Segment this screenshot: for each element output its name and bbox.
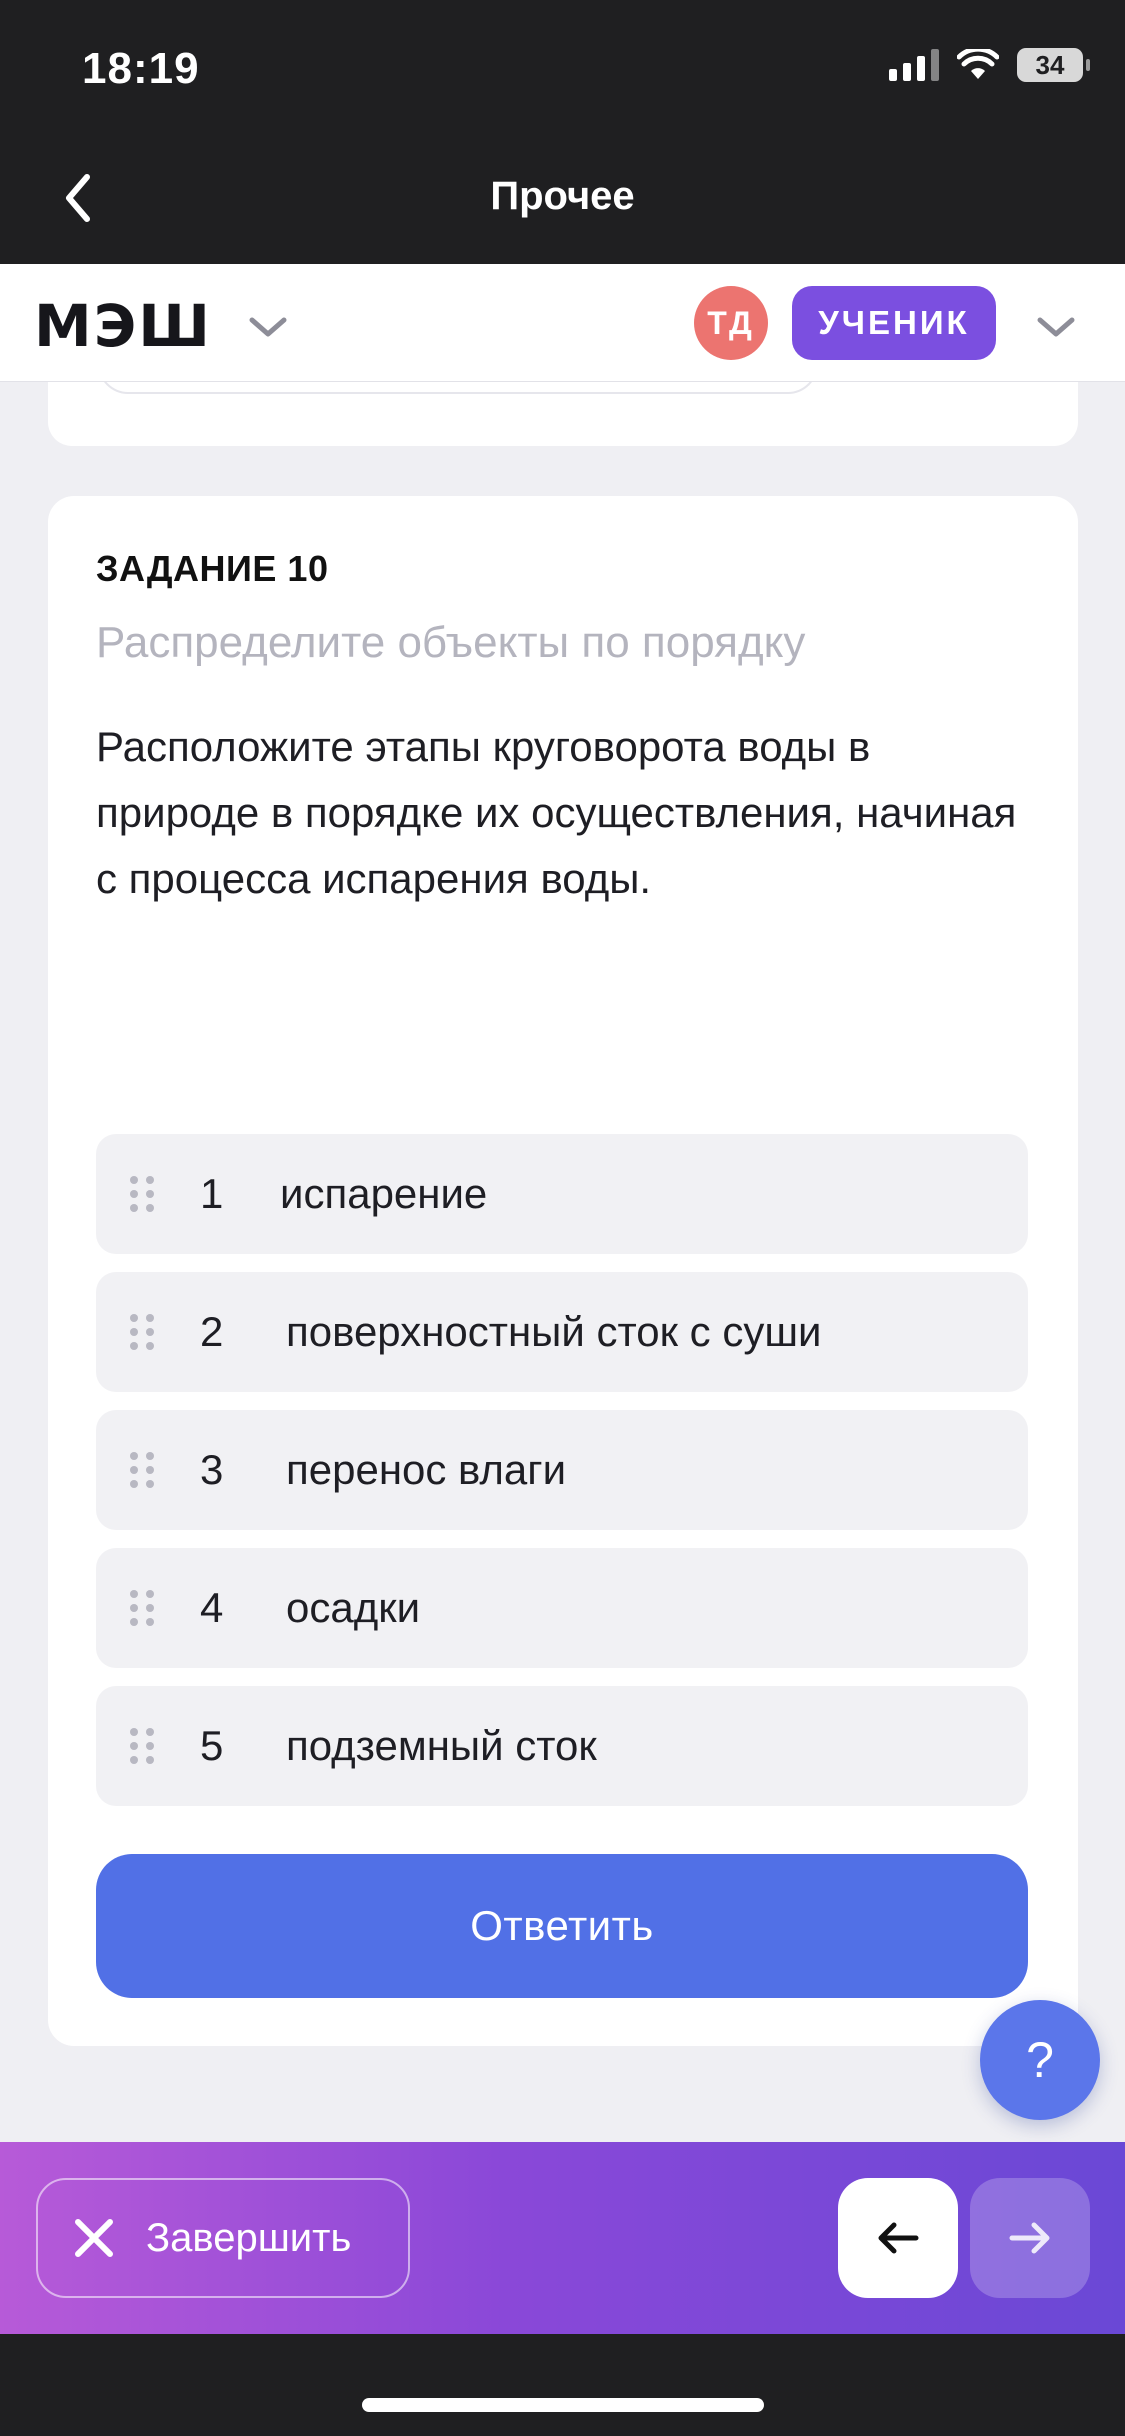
app-logo: МЭШ xyxy=(34,292,212,360)
drag-handle-icon[interactable] xyxy=(130,1728,154,1764)
task-type: Распределите объекты по порядку xyxy=(96,618,806,667)
item-label: перенос влаги xyxy=(286,1446,567,1493)
answer-button[interactable]: Ответить xyxy=(96,1854,1028,1998)
bottom-action-bar: Завершить xyxy=(0,2142,1125,2334)
status-time: 18:19 xyxy=(82,44,200,93)
finish-label: Завершить xyxy=(146,2215,352,2260)
chevron-down-icon[interactable] xyxy=(246,314,290,342)
task-text: Расположите этапы круговорота воды в при… xyxy=(96,723,1017,902)
arrow-right-icon xyxy=(1009,2222,1050,2254)
cellular-signal-icon xyxy=(889,49,939,81)
home-indicator-area xyxy=(0,2334,1125,2436)
item-label: осадки xyxy=(286,1584,421,1631)
drag-handle-icon[interactable] xyxy=(130,1176,154,1212)
avatar[interactable]: ТД xyxy=(694,286,768,360)
list-item[interactable]: 5 подземный сток xyxy=(96,1686,1028,1806)
list-item[interactable]: 3 перенос влаги xyxy=(96,1410,1028,1530)
previous-task-button[interactable] xyxy=(838,2178,958,2298)
item-number: 5 xyxy=(200,1722,224,1769)
wifi-icon xyxy=(957,49,999,79)
drag-handle-icon[interactable] xyxy=(130,1590,154,1626)
role-button[interactable]: УЧЕНИК xyxy=(792,286,996,360)
app-header: МЭШ ТД УЧЕНИК xyxy=(0,264,1125,382)
battery-icon: 34 xyxy=(1017,48,1090,82)
item-number: 4 xyxy=(200,1584,224,1631)
drag-handle-icon[interactable] xyxy=(130,1452,154,1488)
item-number: 2 xyxy=(200,1308,224,1355)
list-item[interactable]: 4 осадки xyxy=(96,1548,1028,1668)
task-number: ЗАДАНИЕ 10 xyxy=(96,548,329,589)
item-label: испарение xyxy=(280,1170,488,1217)
status-indicators: 34 xyxy=(889,48,1090,82)
list-item[interactable]: 2 поверхностный сток с суши xyxy=(96,1272,1028,1392)
next-task-button[interactable] xyxy=(970,2178,1090,2298)
nav-title: Прочее xyxy=(490,174,635,218)
item-label: подземный сток xyxy=(286,1722,597,1769)
close-icon xyxy=(75,2219,113,2257)
sortable-list: 1 испарение 2 поверхностный сток с суши … xyxy=(96,1134,1028,1824)
chevron-down-icon[interactable] xyxy=(1034,314,1078,342)
task-card: ЗАДАНИЕ 10 Распределите объекты по поряд… xyxy=(48,496,1078,2046)
top-bar: 18:19 34 Прочее xyxy=(0,0,1125,264)
help-button[interactable]: ? xyxy=(980,2000,1100,2120)
item-number: 1 xyxy=(200,1170,224,1217)
finish-button[interactable]: Завершить xyxy=(36,2178,410,2298)
arrow-left-icon xyxy=(878,2222,919,2254)
drag-handle-icon[interactable] xyxy=(130,1314,154,1350)
list-item[interactable]: 1 испарение xyxy=(96,1134,1028,1254)
item-number: 3 xyxy=(200,1446,224,1493)
item-label: поверхностный сток с суши xyxy=(286,1308,822,1355)
home-indicator[interactable] xyxy=(362,2398,764,2412)
